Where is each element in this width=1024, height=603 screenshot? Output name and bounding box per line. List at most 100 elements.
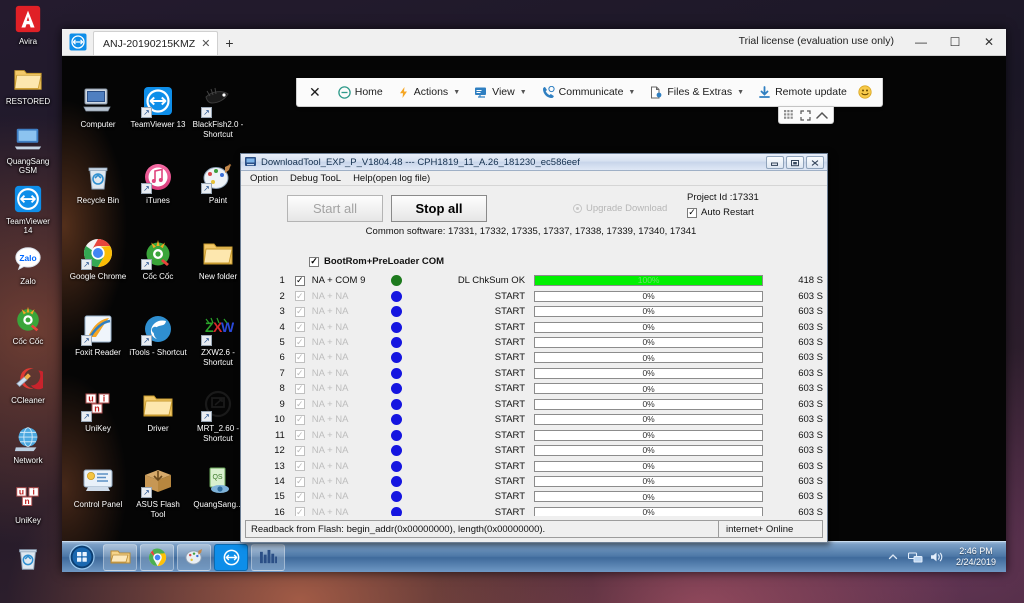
itunes-icon: ↗ xyxy=(141,161,174,194)
row-progress-percent: 0% xyxy=(642,399,655,410)
close-icon[interactable] xyxy=(806,156,824,169)
row-elapsed-seconds: 603 S xyxy=(798,506,823,516)
remote-desktop-icon-paint[interactable]: ↗ Paint xyxy=(188,157,248,233)
row-enable-checkbox[interactable]: ✓ xyxy=(293,507,307,516)
row-progress-bar: 0% xyxy=(534,491,764,503)
row-enable-checkbox[interactable]: ✓ xyxy=(293,414,307,425)
row-enable-checkbox[interactable]: ✓ xyxy=(293,337,307,348)
row-enable-checkbox[interactable]: ✓ xyxy=(293,445,307,456)
taskbar-item-chrome[interactable] xyxy=(140,543,174,571)
host-desktop-icon-c-c-c-c[interactable]: Cốc Cốc xyxy=(1,304,55,359)
taskbar-item-teamviewer[interactable] xyxy=(214,543,248,571)
row-port-label: NA + NA xyxy=(311,367,349,379)
remote-desktop-icon-google-chrome[interactable]: ↗ Google Chrome xyxy=(68,233,128,309)
maximize-icon[interactable]: ☐ xyxy=(938,29,972,55)
shortcut-arrow-icon: ↗ xyxy=(201,107,212,118)
maximize-icon[interactable] xyxy=(786,156,804,169)
row-enable-checkbox[interactable]: ✓ xyxy=(293,322,307,333)
toolbar-item-view[interactable]: View ▼ xyxy=(469,84,532,101)
toolbar-item-files-extras[interactable]: Files & Extras ▼ xyxy=(644,84,749,101)
remote-desktop-icon-blackfish2-0-shortcut[interactable]: ↗ BlackFish2.0 - Shortcut xyxy=(188,81,248,157)
row-enable-checkbox[interactable]: ✓ xyxy=(293,491,307,502)
row-enable-checkbox[interactable]: ✓ xyxy=(293,383,307,394)
smiley-icon[interactable] xyxy=(856,83,874,101)
row-enable-checkbox[interactable]: ✓ xyxy=(293,275,307,286)
collapse-chevron-icon[interactable] xyxy=(816,111,828,120)
remote-desktop-icon-zxw2-6-shortcut[interactable]: Z X W ↗ ZXW2.6 - Shortcut xyxy=(188,309,248,385)
host-desktop-icon-restored[interactable]: RESTORED xyxy=(1,64,55,119)
taskbar-item-downloadtool[interactable] xyxy=(251,543,285,571)
minimize-icon[interactable]: — xyxy=(904,29,938,55)
remote-desktop-icon-teamviewer-13[interactable]: ↗ TeamViewer 13 xyxy=(128,81,188,157)
start-all-button[interactable]: Start all xyxy=(287,195,383,222)
host-desktop-icon-recycle-bin[interactable] xyxy=(1,543,55,598)
host-desktop-icon-ccleaner[interactable]: CCleaner xyxy=(1,363,55,418)
status-message: Readback from Flash: begin_addr(0x000000… xyxy=(251,523,546,535)
taskbar-item-paint[interactable] xyxy=(177,543,211,571)
taskbar-item-explorer[interactable] xyxy=(103,543,137,571)
table-row: 5 ✓ NA + NA START 0% 603 S xyxy=(245,335,823,350)
row-enable-checkbox[interactable]: ✓ xyxy=(293,306,307,317)
close-icon[interactable]: ✕ xyxy=(201,37,210,50)
host-desktop-icon-unikey[interactable]: u i n UniKey xyxy=(1,483,55,538)
menu-item-help[interactable]: Help(open log file) xyxy=(347,173,436,184)
remote-desktop-icon-label: iTunes xyxy=(146,196,170,205)
network-tray-icon[interactable] xyxy=(907,550,923,565)
toolbar-item-remote-update[interactable]: Remote update xyxy=(753,84,852,101)
remote-desktop-icon-computer[interactable]: Computer xyxy=(68,81,128,157)
downloadtool-title: DownloadTool_EXP_P_V1804.48 --- CPH1819_… xyxy=(261,156,580,168)
shortcut-arrow-icon: ↗ xyxy=(201,183,212,194)
row-enable-checkbox[interactable]: ✓ xyxy=(293,430,307,441)
host-desktop-icon-zalo[interactable]: Zalo Zalo xyxy=(1,244,55,299)
grid-icon[interactable] xyxy=(784,109,795,121)
row-enable-checkbox[interactable]: ✓ xyxy=(293,399,307,410)
row-state-label: START xyxy=(494,321,526,333)
menu-item-debug-tool[interactable]: Debug TooL xyxy=(284,173,347,184)
row-enable-checkbox[interactable]: ✓ xyxy=(293,476,307,487)
remote-desktop-icon-itunes[interactable]: ↗ iTunes xyxy=(128,157,188,233)
taskbar-clock[interactable]: 2:46 PM 2/24/2019 xyxy=(952,546,1000,568)
remote-desktop-icon-control-panel[interactable]: Control Panel xyxy=(68,461,128,537)
row-enable-checkbox[interactable]: ✓ xyxy=(293,461,307,472)
remote-session-tab[interactable]: ANJ-20190215KMZ ✕ xyxy=(93,31,219,55)
remote-desktop-icon-mrt-2-60-shortcut[interactable]: ↗ MRT_2.60 - Shortcut xyxy=(188,385,248,461)
remote-desktop-icon-label: Google Chrome xyxy=(69,272,127,281)
toolbar-item-communicate[interactable]: Communicate ▼ xyxy=(536,84,641,101)
remote-desktop-icon-c-c-c-c[interactable]: ↗ Cốc Cốc xyxy=(128,233,188,309)
teamviewer-toolbar-secondary xyxy=(778,107,834,124)
connection-status: internet+ Online xyxy=(718,521,822,537)
auto-restart-checkbox[interactable]: ✓ Auto Restart xyxy=(687,207,754,218)
remote-desktop-icon-asus-flash-tool[interactable]: ↗ ASUS Flash Tool xyxy=(128,461,188,537)
new-tab-button[interactable]: + xyxy=(218,31,240,55)
toolbar-close-session-button[interactable]: ✕ xyxy=(305,82,329,103)
start-orb-icon[interactable] xyxy=(64,543,100,572)
remote-desktop-icon-recycle-bin[interactable]: Recycle Bin xyxy=(68,157,128,233)
fullscreen-icon[interactable] xyxy=(800,109,811,121)
remote-desktop-icon-unikey[interactable]: u i n ↗ UniKey xyxy=(68,385,128,461)
toolbar-item-actions[interactable]: Actions ▼ xyxy=(392,84,465,101)
show-hidden-chevron-icon[interactable] xyxy=(886,550,901,565)
remote-desktop-icon-quangsang[interactable]: QS QuangSang... xyxy=(188,461,248,537)
host-desktop-icon-avira[interactable]: Avira xyxy=(1,4,55,59)
teamviewer-control-toolbar: ✕ Home Actions ▼ View ▼ Communicate ▼ Fi… xyxy=(296,78,883,107)
upgrade-download-radio[interactable]: Upgrade Download xyxy=(573,203,667,214)
row-enable-checkbox[interactable]: ✓ xyxy=(293,368,307,379)
toolbar-item-home[interactable]: Home xyxy=(333,84,388,101)
control-panel-icon xyxy=(82,465,114,497)
remote-desktop-icon-foxit-reader[interactable]: ↗ Foxit Reader xyxy=(68,309,128,385)
row-enable-checkbox[interactable]: ✓ xyxy=(293,291,307,302)
menu-item-option[interactable]: Option xyxy=(244,173,284,184)
host-desktop-icon-network[interactable]: Network xyxy=(1,423,55,478)
host-desktop-icon-quangsang-gsm[interactable]: QuangSang GSM xyxy=(1,124,55,179)
remote-desktop-icon-new-folder[interactable]: New folder xyxy=(188,233,248,309)
remote-desktop-icon-driver[interactable]: Driver xyxy=(128,385,188,461)
host-desktop-icon-teamviewer-14[interactable]: TeamViewer 14 xyxy=(1,184,55,239)
remote-desktop-icon-itools-shortcut[interactable]: ↗ iTools - Shortcut xyxy=(128,309,188,385)
volume-tray-icon[interactable] xyxy=(930,550,945,565)
bootrom-preloader-checkbox[interactable]: ✓ BootRom+PreLoader COM xyxy=(309,256,444,267)
close-icon[interactable]: ✕ xyxy=(972,29,1006,55)
minimize-icon[interactable] xyxy=(766,156,784,169)
stop-all-button[interactable]: Stop all xyxy=(391,195,487,222)
row-enable-checkbox[interactable]: ✓ xyxy=(293,352,307,363)
row-number: 5 xyxy=(279,336,285,348)
